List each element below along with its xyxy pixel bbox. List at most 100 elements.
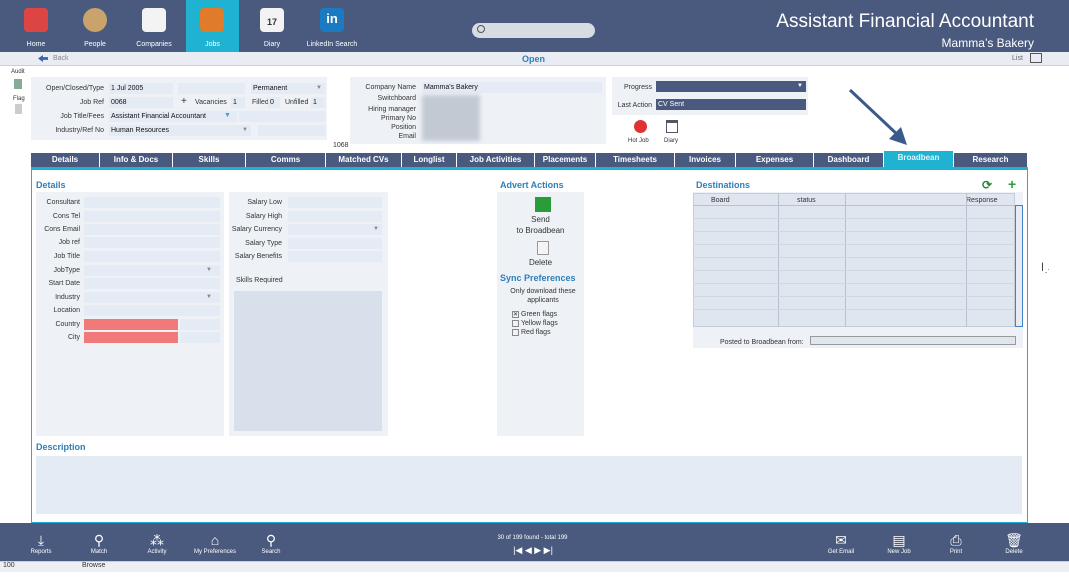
- tab-comms[interactable]: Comms: [246, 153, 326, 167]
- country-field[interactable]: [84, 319, 178, 330]
- new-job-button[interactable]: ▤ New Job: [874, 531, 924, 555]
- salary-benefits-field[interactable]: [288, 251, 382, 262]
- last-action-field[interactable]: CV Sent: [656, 99, 806, 110]
- company-name-field[interactable]: Mamma's Bakery: [422, 82, 602, 93]
- tab-job-activities[interactable]: Job Activities: [457, 153, 535, 167]
- back-button[interactable]: Back: [53, 55, 69, 62]
- row-divider: [693, 231, 1015, 232]
- tab-dashboard[interactable]: Dashboard: [814, 153, 884, 167]
- salary-currency-select[interactable]: ▼: [288, 224, 382, 235]
- tab-info-docs[interactable]: Info & Docs: [100, 153, 173, 167]
- start-date-field[interactable]: [84, 278, 220, 289]
- match-button[interactable]: ⚲ Match: [74, 531, 124, 555]
- open-date-field[interactable]: 1 Jul 2005: [109, 83, 173, 94]
- print-button[interactable]: ⎙ Print: [931, 531, 981, 555]
- ref-no-field[interactable]: [258, 125, 325, 136]
- cons-tel-field[interactable]: [84, 211, 220, 222]
- flag-icon[interactable]: [15, 104, 22, 114]
- tab-skills[interactable]: Skills: [173, 153, 246, 167]
- send-button-label[interactable]: Send: [497, 215, 584, 224]
- posted-from-field[interactable]: [810, 336, 1016, 345]
- preferences-button[interactable]: ⌂ My Preferences: [190, 531, 240, 555]
- city-extra-field[interactable]: [180, 332, 220, 343]
- description-heading: Description: [36, 442, 86, 452]
- table-scrollbar[interactable]: [1015, 205, 1023, 327]
- progress-select[interactable]: ▼: [656, 81, 806, 92]
- zoom-level[interactable]: 100: [3, 562, 15, 569]
- closed-date-field[interactable]: [178, 83, 245, 94]
- send-to-broadbean-label[interactable]: to Broadbean: [497, 226, 584, 235]
- cons-email-field[interactable]: [84, 224, 220, 235]
- consultant-field[interactable]: [84, 197, 220, 208]
- nav-companies[interactable]: Companies: [129, 0, 179, 52]
- tab-longlist[interactable]: Longlist: [402, 153, 457, 167]
- country-extra-field[interactable]: [180, 319, 220, 330]
- reports-button[interactable]: ⤓ Reports: [16, 531, 66, 555]
- unfilled-field[interactable]: 1: [311, 97, 325, 108]
- trash-icon[interactable]: [537, 241, 549, 255]
- activity-button[interactable]: ⁂ Activity: [132, 531, 182, 555]
- jobtype-select[interactable]: ▼: [84, 265, 220, 276]
- list-view-icon[interactable]: [1030, 53, 1042, 63]
- people-icon: [83, 8, 107, 32]
- chevron-down-icon: ▼: [797, 83, 803, 89]
- nav-people[interactable]: People: [70, 0, 120, 52]
- job-ref-detail-field[interactable]: [84, 237, 220, 248]
- search-button[interactable]: ⚲ Search: [246, 531, 296, 555]
- record-pager[interactable]: |◀ ◀ ▶ ▶|: [503, 545, 563, 556]
- job-ref-field[interactable]: 0068: [109, 97, 173, 108]
- hot-job-icon[interactable]: [634, 120, 647, 133]
- tab-research[interactable]: Research: [954, 153, 1028, 167]
- tab-placements[interactable]: Placements: [535, 153, 596, 167]
- delete-button[interactable]: 🗑 Delete: [989, 531, 1039, 555]
- salary-benefits-label: Salary Benefits: [234, 253, 282, 260]
- green-flags-checkbox[interactable]: ✕: [512, 311, 519, 318]
- send-broadbean-icon[interactable]: [535, 197, 551, 212]
- tab-invoices[interactable]: Invoices: [675, 153, 736, 167]
- linkedin-icon: in: [320, 8, 344, 32]
- job-type-select[interactable]: Permanent ▼: [251, 83, 325, 94]
- tab-broadbean[interactable]: Broadbean: [884, 151, 954, 167]
- red-flags-checkbox[interactable]: [512, 329, 519, 336]
- vacancies-field[interactable]: 1: [231, 97, 245, 108]
- company-subtitle: Mamma’s Bakery: [941, 36, 1034, 50]
- job-title-field[interactable]: Assistant Financial Accountant: [109, 111, 237, 122]
- get-email-button[interactable]: ✉ Get Email: [816, 531, 866, 555]
- list-button[interactable]: List: [1012, 55, 1023, 62]
- salary-type-field[interactable]: [288, 238, 382, 249]
- tab-details[interactable]: Details: [31, 153, 100, 167]
- add-destination-button[interactable]: +: [1008, 176, 1016, 192]
- salary-low-field[interactable]: [288, 197, 382, 208]
- diary-calendar-icon[interactable]: [666, 120, 678, 133]
- sync-preferences-heading: Sync Preferences: [500, 273, 576, 283]
- filled-field[interactable]: 0: [268, 97, 280, 108]
- search-input[interactable]: [472, 23, 595, 38]
- job-title-detail-field[interactable]: [84, 251, 220, 262]
- yellow-flags-checkbox[interactable]: [512, 320, 519, 327]
- nav-linkedin-search[interactable]: in LinkedIn Search: [306, 0, 358, 52]
- nav-home[interactable]: Home: [11, 0, 61, 52]
- switchboard-label: Switchboard: [377, 95, 416, 102]
- blurred-contact-details: [422, 95, 480, 141]
- description-field[interactable]: [36, 456, 1022, 514]
- industry-detail-select[interactable]: ▼: [84, 292, 220, 303]
- city-field[interactable]: [84, 332, 178, 343]
- search-icon: [477, 25, 485, 33]
- refresh-icon[interactable]: ⟳: [982, 178, 992, 192]
- nav-diary[interactable]: 17 Diary: [247, 0, 297, 52]
- salary-high-field[interactable]: [288, 211, 382, 222]
- nav-jobs[interactable]: Jobs: [186, 0, 239, 52]
- tab-expenses[interactable]: Expenses: [736, 153, 814, 167]
- industry-select[interactable]: Human Resources ▼: [109, 125, 251, 136]
- skills-required-field[interactable]: [234, 291, 382, 431]
- chevron-down-icon: ▼: [206, 267, 212, 273]
- tab-timesheets[interactable]: Timesheets: [596, 153, 675, 167]
- location-field[interactable]: [84, 305, 220, 316]
- tab-matched-cvs[interactable]: Matched CVs: [326, 153, 402, 167]
- city-label: City: [67, 334, 80, 341]
- add-vacancy-button[interactable]: +: [181, 96, 187, 107]
- dropdown-icon[interactable]: ▼: [224, 112, 231, 119]
- delete-advert-button[interactable]: Delete: [497, 258, 584, 267]
- audit-icon[interactable]: [14, 79, 22, 89]
- fees-field[interactable]: [239, 111, 325, 122]
